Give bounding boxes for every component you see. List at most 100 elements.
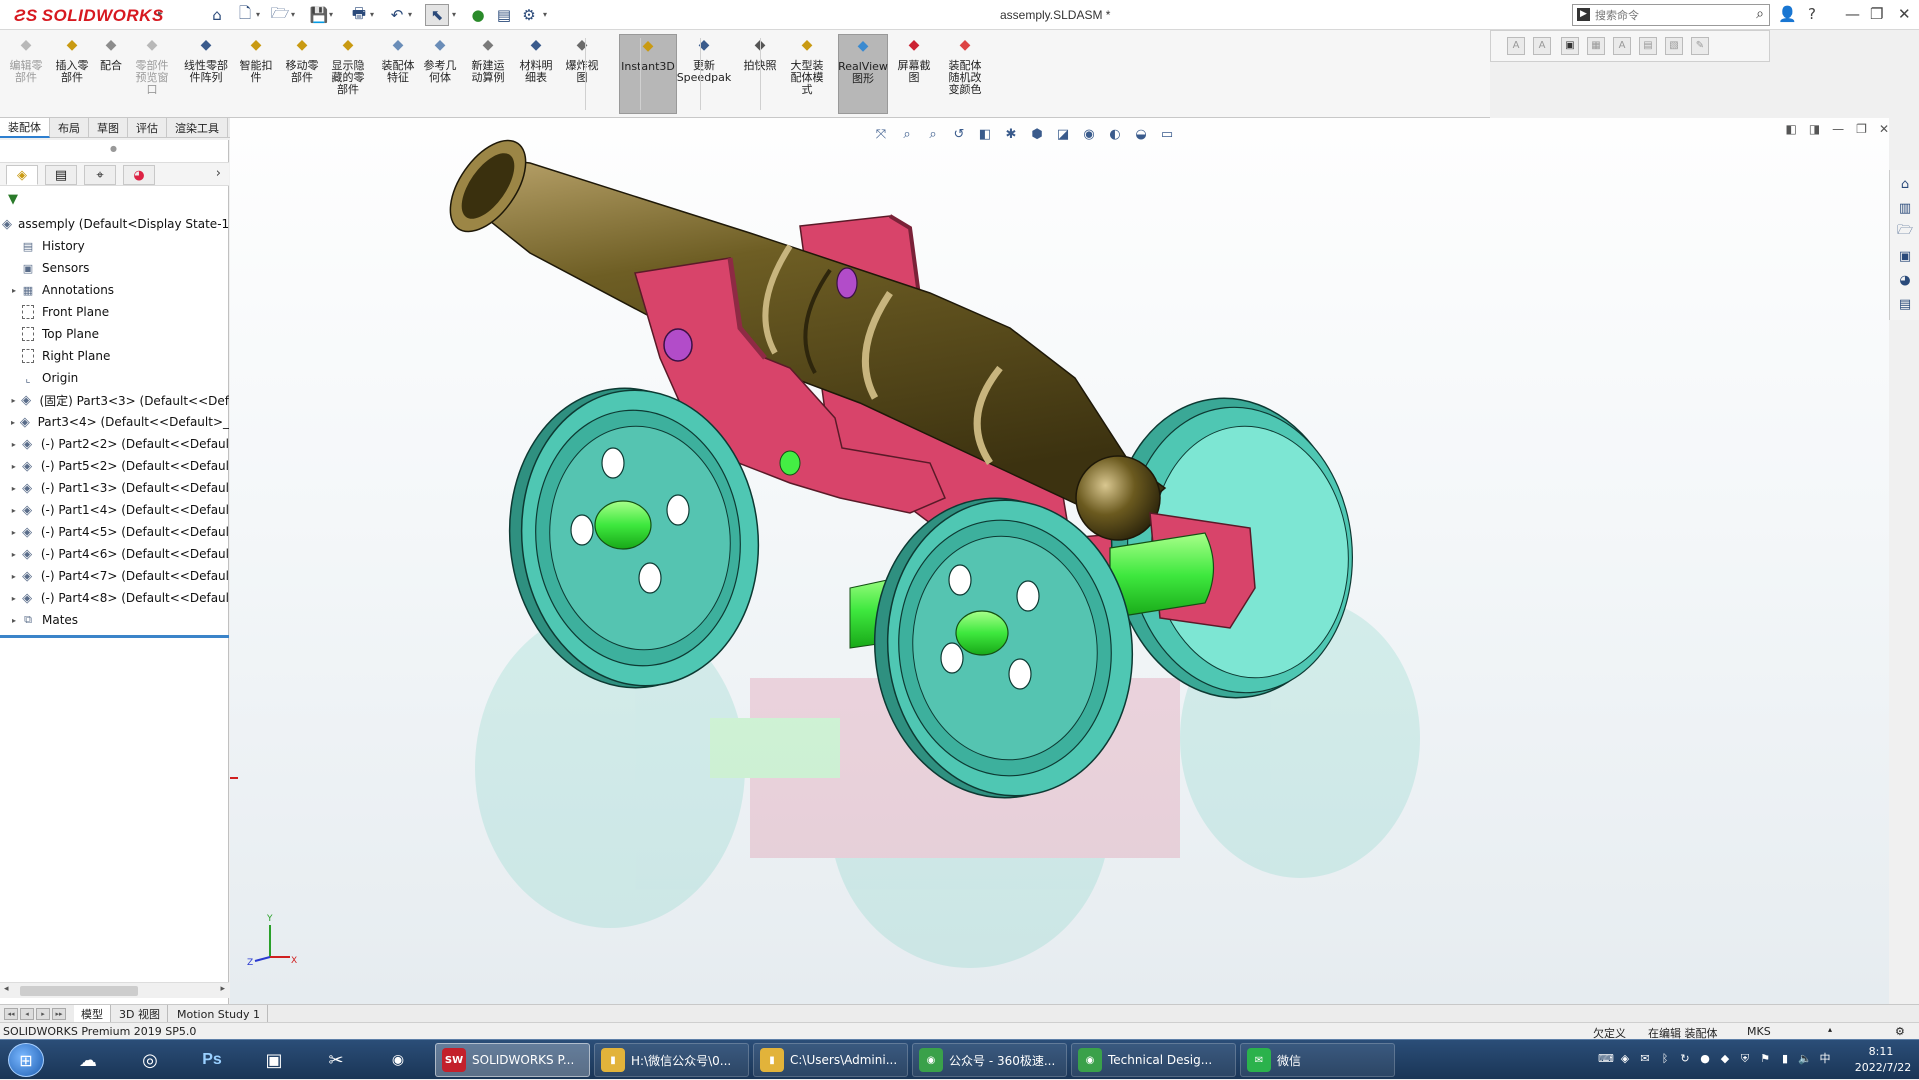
- shield-icon[interactable]: ⛨: [1738, 1052, 1752, 1066]
- tree-item[interactable]: Top Plane: [0, 323, 229, 345]
- select-icon[interactable]: ⬉: [425, 4, 449, 26]
- expand-arrow-icon[interactable]: ▸: [8, 550, 20, 559]
- restore-window-icon[interactable]: ❐: [1870, 5, 1883, 23]
- status-settings-icon[interactable]: ⚙: [1895, 1025, 1905, 1038]
- antivirus-icon[interactable]: ◆: [1718, 1052, 1732, 1066]
- expand-arrow-icon[interactable]: ▸: [8, 528, 20, 537]
- open-caret-icon[interactable]: ▾: [291, 10, 295, 19]
- bottom-tab[interactable]: Motion Study 1: [170, 1005, 269, 1023]
- tree-item[interactable]: ▸ ◈ (-) Part5<2> (Default<<Defaul: [0, 455, 229, 477]
- custom-properties-icon[interactable]: ▤: [1894, 294, 1916, 314]
- tree-item[interactable]: ◈ assemply (Default<Display State-1: [0, 213, 229, 235]
- tree-item[interactable]: ▸ ◈ Part3<4> (Default<<Default>_: [0, 411, 229, 433]
- browser-pinned-icon[interactable]: ◎: [130, 1044, 170, 1076]
- expand-arrow-icon[interactable]: ▸: [8, 462, 20, 471]
- tree-item[interactable]: ▸ ◈ (固定) Part3<3> (Default<<Def: [0, 389, 229, 411]
- media-app-icon[interactable]: ▣: [254, 1044, 294, 1076]
- home-icon[interactable]: ⌂: [205, 4, 229, 26]
- options-caret-icon[interactable]: ▾: [543, 10, 547, 19]
- taskbar-app[interactable]: ▮ H:\微信公众号\0...: [594, 1043, 749, 1077]
- minimize-window-icon[interactable]: —: [1845, 5, 1860, 23]
- command-tab[interactable]: 布局: [50, 118, 89, 138]
- open-icon[interactable]: 🗁: [268, 4, 292, 26]
- options-icon[interactable]: ⚙: [517, 4, 541, 26]
- image-icon[interactable]: ▣: [1561, 37, 1579, 55]
- cannon-model[interactable]: [230, 118, 1889, 1004]
- keyboard-icon[interactable]: ⌨: [1598, 1052, 1614, 1066]
- expand-arrow-icon[interactable]: ▸: [8, 286, 20, 295]
- prev-tab-icon[interactable]: ◂: [20, 1008, 34, 1020]
- start-button[interactable]: ⊞: [8, 1043, 44, 1077]
- bluetooth-icon[interactable]: ᛒ: [1658, 1052, 1672, 1066]
- photoshop-icon[interactable]: Ps: [192, 1044, 232, 1076]
- tree-item[interactable]: Front Plane: [0, 301, 229, 323]
- taskbar-app[interactable]: ✉ 微信: [1240, 1043, 1395, 1077]
- undo-icon[interactable]: ↶: [385, 4, 409, 26]
- bottom-tab[interactable]: 模型: [74, 1005, 111, 1023]
- volume-icon[interactable]: 🔈: [1798, 1052, 1812, 1066]
- power-icon[interactable]: ▮: [1778, 1052, 1792, 1066]
- expand-arrow-icon[interactable]: ▸: [8, 484, 20, 493]
- search-input[interactable]: [1595, 7, 1745, 23]
- tree-item[interactable]: ▸ ◈ (-) Part2<2> (Default<<Defaul: [0, 433, 229, 455]
- taskbar-app[interactable]: SW SOLIDWORKS P...: [435, 1043, 590, 1077]
- cloud-app-icon[interactable]: ☁: [68, 1044, 108, 1076]
- expand-arrow-icon[interactable]: ▸: [8, 396, 19, 405]
- search-commands[interactable]: ▶ ⌕: [1572, 4, 1770, 26]
- tree-item[interactable]: ▤ History: [0, 235, 229, 257]
- tree-item[interactable]: ▸ ◈ (-) Part1<3> (Default<<Defaul: [0, 477, 229, 499]
- print-icon[interactable]: 🖶: [347, 4, 371, 26]
- command-tab[interactable]: 渲染工具: [167, 118, 228, 138]
- new-document-icon[interactable]: 🗋: [233, 4, 257, 26]
- design-library-icon[interactable]: ▥: [1894, 198, 1916, 218]
- ribbon-button-mate[interactable]: ◆ 配合: [96, 34, 126, 114]
- ribbon-button-reference-geometry[interactable]: ◆ 参考几 何体: [420, 34, 460, 114]
- view-palette-icon[interactable]: ▣: [1894, 246, 1916, 266]
- expand-arrow-icon[interactable]: ▸: [8, 418, 18, 427]
- solidworks-logo[interactable]: ƧS SOLIDWORKS: [14, 6, 164, 26]
- snipping-tool-icon[interactable]: ✂: [316, 1044, 356, 1076]
- ribbon-button-instant3d[interactable]: ◆ Instant3D: [619, 34, 677, 114]
- tree-item[interactable]: ▸ ▦ Annotations: [0, 279, 229, 301]
- taskbar-app[interactable]: ▮ C:\Users\Admini...: [753, 1043, 908, 1077]
- scroll-left-icon[interactable]: ◂: [4, 984, 9, 994]
- next-tab-icon[interactable]: ▸: [36, 1008, 50, 1020]
- tree-item[interactable]: ▸ ◈ (-) Part4<6> (Default<<Defaul: [0, 543, 229, 565]
- new-caret-icon[interactable]: ▾: [256, 10, 260, 19]
- tree-item[interactable]: ▸ ⧉ Mates: [0, 609, 229, 631]
- units-selector[interactable]: MKS: [1747, 1025, 1771, 1038]
- print-caret-icon[interactable]: ▾: [370, 10, 374, 19]
- save-icon[interactable]: 💾: [307, 4, 331, 26]
- tree-item[interactable]: Right Plane: [0, 345, 229, 367]
- scroll-thumb[interactable]: [20, 986, 138, 996]
- menu-caret-icon[interactable]: ▸: [158, 9, 163, 19]
- display-manager-tab-icon[interactable]: ◕: [123, 165, 155, 185]
- ribbon-button-realview[interactable]: ◆ RealView 图形: [838, 34, 888, 114]
- ribbon-button-insert-component[interactable]: ◆ 插入零 部件: [52, 34, 92, 114]
- user-icon[interactable]: 👤: [1778, 5, 1797, 23]
- undo-caret-icon[interactable]: ▾: [408, 10, 412, 19]
- search-icon[interactable]: ⌕: [1756, 6, 1764, 22]
- solidworks-resources-icon[interactable]: ⌂: [1894, 174, 1916, 194]
- ribbon-button-bom[interactable]: ◆ 材料明 细表: [514, 34, 558, 114]
- ribbon-button-edit-component[interactable]: ◆ 编辑零 部件: [8, 34, 44, 114]
- obs-icon[interactable]: ◉: [378, 1044, 418, 1076]
- chat-tray-icon[interactable]: ✉: [1638, 1052, 1652, 1066]
- tree-horizontal-scrollbar[interactable]: ◂ ▸: [0, 982, 229, 998]
- last-tab-icon[interactable]: ▸▸: [52, 1008, 66, 1020]
- file-properties-icon[interactable]: ▤: [492, 4, 516, 26]
- taskbar-app[interactable]: ◉ Technical Desig...: [1071, 1043, 1236, 1077]
- ribbon-button-move-component[interactable]: ◆ 移动零 部件: [280, 34, 324, 114]
- tree-item[interactable]: ▸ ◈ (-) Part4<8> (Default<<Defaul: [0, 587, 229, 609]
- ribbon-button-smart-fasteners[interactable]: ◆ 智能扣 件: [236, 34, 276, 114]
- tree-item[interactable]: ▸ ◈ (-) Part4<7> (Default<<Defaul: [0, 565, 229, 587]
- ribbon-button-assembly-features[interactable]: ◆ 装配体 特征: [376, 34, 420, 114]
- tree-item[interactable]: ▣ Sensors: [0, 257, 229, 279]
- first-tab-icon[interactable]: ◂◂: [4, 1008, 18, 1020]
- expand-arrow-icon[interactable]: ▸: [8, 506, 20, 515]
- ribbon-button-screen-capture[interactable]: ◆ 屏幕截 图: [894, 34, 934, 114]
- save-caret-icon[interactable]: ▾: [329, 10, 333, 19]
- bottom-tab[interactable]: 3D 视图: [112, 1005, 168, 1023]
- clock-date[interactable]: 2022/7/22: [1853, 1061, 1913, 1074]
- rebuild-icon[interactable]: ●: [466, 4, 490, 26]
